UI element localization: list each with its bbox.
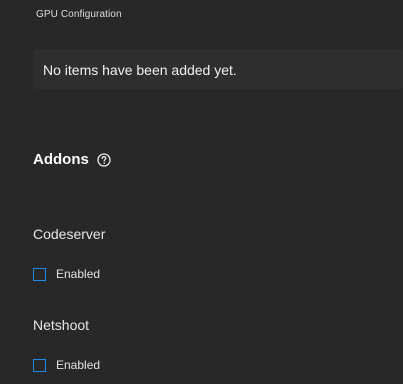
help-circle-icon[interactable]: [97, 152, 111, 167]
gpu-configuration-list: No items have been added yet.: [33, 49, 403, 89]
addons-heading: Addons: [33, 151, 111, 168]
gpu-configuration-label: GPU Configuration: [36, 9, 122, 20]
empty-list-message: No items have been added yet.: [43, 62, 237, 78]
addon-title-codeserver: Codeserver: [33, 226, 106, 242]
netshoot-enabled-label[interactable]: Enabled: [56, 358, 100, 372]
netshoot-enabled-row[interactable]: Enabled: [33, 358, 100, 372]
codeserver-enabled-label[interactable]: Enabled: [56, 267, 100, 281]
netshoot-enabled-checkbox[interactable]: [33, 358, 46, 372]
codeserver-enabled-checkbox[interactable]: [33, 267, 46, 281]
addon-title-netshoot: Netshoot: [33, 317, 90, 333]
codeserver-enabled-row[interactable]: Enabled: [33, 267, 100, 281]
addons-title: Addons: [33, 151, 89, 168]
